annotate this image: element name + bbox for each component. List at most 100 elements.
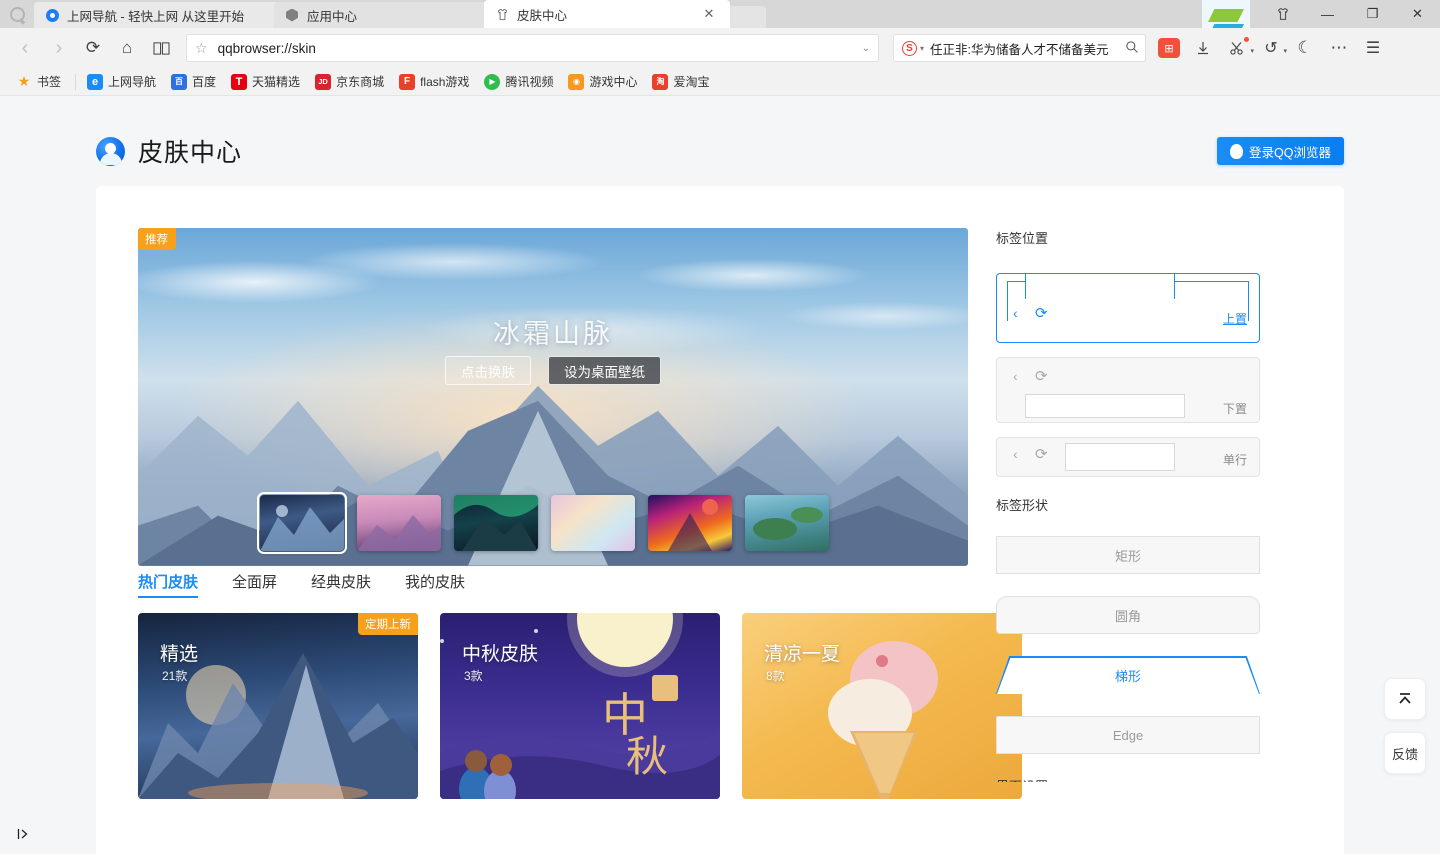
- tab-shape-option-rounded[interactable]: 圆角: [996, 596, 1260, 634]
- menu-icon[interactable]: ☰: [1356, 31, 1390, 65]
- skin-category-tabs: 热门皮肤 全面屏 经典皮肤 我的皮肤: [138, 571, 465, 598]
- bookmark-item-2[interactable]: T 天猫精选: [227, 71, 304, 92]
- tab-shape-option-rectangle[interactable]: 矩形: [996, 536, 1260, 574]
- search-icon[interactable]: [1125, 40, 1139, 57]
- tab-hot-skins[interactable]: 热门皮肤: [138, 571, 199, 598]
- hero-thumbnail-0[interactable]: [257, 492, 347, 554]
- skin-card-grid: 定期上新 精选 21款 中 秋 中秋皮肤 3款 清凉一夏 8款: [138, 613, 1022, 799]
- login-button[interactable]: 登录QQ浏览器: [1217, 137, 1344, 165]
- svg-text:秋: 秋: [626, 735, 668, 781]
- tab-shape-option-edge[interactable]: Edge: [996, 716, 1260, 754]
- bookmark-label: 京东商城: [336, 75, 385, 89]
- bookmark-item-4[interactable]: F flash游戏: [395, 71, 473, 92]
- search-bar[interactable]: S ▾ 任正非:华为储备人才不储备美元: [893, 34, 1146, 62]
- tab-title: 皮肤中心: [517, 8, 568, 23]
- scroll-to-top-button[interactable]: [1384, 678, 1426, 720]
- hero-banner[interactable]: 推荐 冰霜山脉 点击换肤 设为桌面壁纸: [138, 228, 968, 566]
- feedback-button[interactable]: 反馈: [1384, 732, 1426, 774]
- address-bar[interactable]: ☆ qqbrowser://skin ⌄: [186, 34, 879, 62]
- settings-panel: 标签位置 ‹ ⟳ 上置 ‹ ⟳ 下置 ‹ ⟳ 单行 标签形状 矩形 圆角 梯形 …: [996, 228, 1260, 782]
- skin-card-count: 3款: [464, 669, 483, 683]
- browser-tab-2[interactable]: 应用中心: [274, 2, 490, 28]
- hero-skin-name: 冰霜山脉: [493, 319, 613, 349]
- download-icon[interactable]: [1186, 31, 1220, 65]
- tab-position-option-single[interactable]: ‹ ⟳ 单行: [996, 437, 1260, 477]
- content-card: 推荐 冰霜山脉 点击换肤 设为桌面壁纸 热门皮肤 全面屏 经典皮肤 我的皮肤 定…: [96, 186, 1344, 854]
- chevron-down-icon[interactable]: ▾: [920, 44, 924, 53]
- skin-shirt-button[interactable]: [1260, 0, 1305, 28]
- back-icon[interactable]: ‹: [8, 31, 42, 65]
- forward-icon[interactable]: ›: [42, 31, 76, 65]
- screenshot-scissors-icon[interactable]: ▾: [1220, 31, 1254, 65]
- browser-tab-3-active[interactable]: 皮肤中心 ✕: [484, 0, 730, 28]
- bookmark-item-7[interactable]: 淘 爱淘宝: [648, 71, 713, 92]
- bookmark-label: 天猫精选: [252, 75, 301, 89]
- hero-thumbnail-4[interactable]: [648, 495, 732, 551]
- night-mode-icon[interactable]: ☾: [1288, 31, 1322, 65]
- skin-card-count: 21款: [162, 669, 188, 683]
- tab-classic-skins[interactable]: 经典皮肤: [311, 571, 371, 592]
- reader-mode-icon[interactable]: [144, 31, 178, 65]
- qq-logo-icon: [44, 7, 60, 23]
- skin-card-1[interactable]: 中 秋 中秋皮肤 3款: [440, 613, 720, 799]
- bookmarks-bar: ★ 书签 e 上网导航 百 百度 T 天猫精选 JD 京东商城 F flash游…: [0, 68, 1440, 96]
- bookmark-item-3[interactable]: JD 京东商城: [311, 71, 388, 92]
- reload-icon[interactable]: ⟳: [76, 31, 110, 65]
- star-icon: ★: [17, 73, 31, 89]
- bookmark-label: 游戏中心: [589, 75, 638, 89]
- close-icon[interactable]: ✕: [700, 6, 718, 22]
- hero-thumbnail-2[interactable]: [454, 495, 538, 551]
- bookmark-item-6[interactable]: ◉ 游戏中心: [564, 71, 641, 92]
- bookmark-item-5[interactable]: ▶ 腾讯视频: [480, 71, 557, 92]
- tab-strip: 上网导航 - 轻快上网 从这里开始 应用中心 皮肤中心 ✕: [34, 0, 766, 28]
- sogou-search-icon[interactable]: S: [902, 40, 917, 56]
- recommend-badge: 推荐: [138, 228, 176, 250]
- hero-thumbnail-1[interactable]: [357, 495, 441, 551]
- tab-position-option-bottom[interactable]: ‹ ⟳ 下置: [996, 357, 1260, 423]
- bookmark-label: flash游戏: [420, 75, 470, 89]
- tab-title: 应用中心: [307, 9, 358, 24]
- skin-card-title: 中秋皮肤: [462, 644, 539, 665]
- tab-shape-option-trapezoid[interactable]: 梯形: [996, 656, 1260, 694]
- window-close-button[interactable]: ✕: [1395, 0, 1440, 28]
- tab-position-option-top[interactable]: ‹ ⟳ 上置: [996, 273, 1260, 343]
- window-controls: — ❐ ✕: [1202, 0, 1440, 44]
- new-tab-button[interactable]: [726, 6, 766, 28]
- shape-label-rectangle: 矩形: [1114, 548, 1141, 564]
- skin-card-count: 8款: [766, 669, 785, 683]
- minimize-button[interactable]: —: [1305, 0, 1350, 28]
- more-icon[interactable]: ⋯: [1322, 31, 1356, 65]
- history-undo-icon[interactable]: ↺ ▾: [1254, 31, 1288, 65]
- qq-browser-logo-icon: [96, 136, 125, 166]
- bookmark-item-0[interactable]: e 上网导航: [83, 71, 160, 92]
- bookmark-label: 百度: [192, 75, 217, 89]
- skin-card-0[interactable]: 定期上新 精选 21款: [138, 613, 418, 799]
- bookmark-star-icon[interactable]: ☆: [195, 40, 208, 57]
- refresh-icon: ⟳: [1035, 368, 1048, 385]
- hero-thumbnail-5[interactable]: [745, 495, 829, 551]
- chevron-down-icon[interactable]: ⌄: [862, 43, 870, 54]
- skin-tool-icon[interactable]: ⊞: [1152, 31, 1186, 65]
- tab-fullscreen[interactable]: 全面屏: [232, 571, 277, 592]
- title-bar: 上网导航 - 轻快上网 从这里开始 应用中心 皮肤中心 ✕ — ❐ ✕: [0, 0, 1440, 44]
- skin-card-2[interactable]: 清凉一夏 8款: [742, 613, 1022, 799]
- maximize-button[interactable]: ❐: [1350, 0, 1395, 28]
- tab-shape-label: 标签形状: [996, 498, 1049, 513]
- set-wallpaper-button[interactable]: 设为桌面壁纸: [548, 356, 661, 385]
- bookmark-label: 腾讯视频: [505, 75, 554, 89]
- bookmark-label: 爱淘宝: [673, 75, 710, 89]
- sidebar-expand-button[interactable]: [10, 822, 36, 846]
- tab-my-skins[interactable]: 我的皮肤: [405, 571, 465, 592]
- skin-card-title: 清凉一夏: [764, 644, 841, 665]
- home-icon[interactable]: ⌂: [110, 31, 144, 65]
- browser-tab-1[interactable]: 上网导航 - 轻快上网 从这里开始: [34, 2, 280, 28]
- bookmarks-root[interactable]: ★ 书签: [12, 71, 65, 92]
- hero-thumbnail-3[interactable]: [551, 495, 635, 551]
- app-logo-grey-icon: [0, 0, 34, 28]
- chevron-left-icon: ‹: [1013, 446, 1018, 462]
- search-input[interactable]: 任正非:华为储备人才不储备美元: [930, 39, 1125, 58]
- bookmark-item-1[interactable]: 百 百度: [167, 71, 220, 92]
- chevron-left-icon: ‹: [1013, 368, 1018, 384]
- page-title: 皮肤中心: [138, 139, 243, 167]
- apply-skin-button[interactable]: 点击换肤: [445, 356, 531, 385]
